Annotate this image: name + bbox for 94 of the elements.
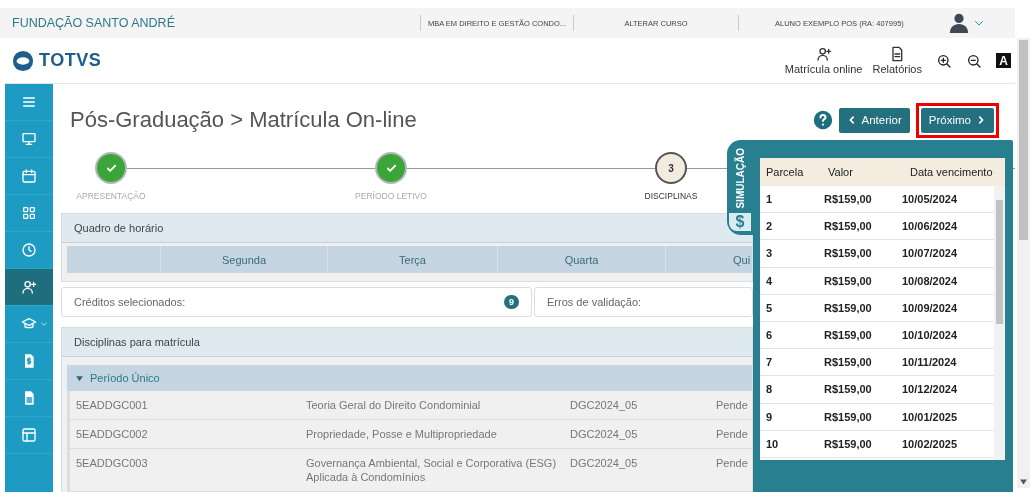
table-cell-text: 10/12/2024 — [902, 383, 959, 396]
table-header-cell-text: Parcela — [766, 166, 805, 178]
table-cell-text: 10 — [766, 437, 780, 450]
add-user-icon — [815, 46, 832, 62]
table-cell-text: DGC2024_05 — [570, 427, 639, 441]
table-header-cell: Quarta — [498, 246, 666, 273]
layout-icon — [21, 427, 37, 443]
table-cell-text: R$159,00 — [824, 247, 873, 260]
table-cell-text: 9 — [766, 410, 774, 423]
reports-button[interactable]: Relatórios — [872, 46, 922, 75]
previous-button[interactable]: Anterior — [838, 107, 910, 133]
clock-icon — [21, 242, 37, 258]
table-cell-text: 5 — [766, 301, 774, 314]
table-cell-text: 6 — [766, 329, 774, 342]
scrollbar[interactable] — [1017, 38, 1030, 488]
table-cell-text: 10/11/2024 — [902, 356, 958, 369]
zoom-out-icon[interactable] — [966, 52, 982, 69]
sidebar-item[interactable] — [5, 269, 53, 306]
table-cell-text: 1 — [766, 193, 774, 206]
group-header[interactable]: Período Único — [67, 365, 752, 391]
table-cell-text: Propriedade, Posse e Multipropriedade — [306, 427, 498, 441]
table-header-cell: Segunda — [161, 246, 328, 273]
panel-title: Disciplinas para matrícula — [62, 328, 752, 357]
monitor-icon — [21, 131, 37, 147]
credits-count: 9 — [504, 295, 519, 309]
table-row[interactable]: 5EADDGC002 Propriedade, Posse e Multipropriedade DGC2024_05 Pende — [67, 420, 752, 449]
check-icon — [385, 162, 397, 174]
table-cell-text: Governança Ambiental, Social e Corporativa (ESG) Aplicada à Condomínios — [306, 456, 558, 484]
table-cell-text: R$159,00 — [824, 410, 873, 423]
chevron-down-icon — [39, 320, 48, 328]
tab-label: SIMULAÇÃO — [734, 148, 746, 209]
table-cell-text: 10/10/2024 — [902, 329, 959, 342]
table-row[interactable]: 5EADDGC003 Governança Ambiental, Social e Corporativa (ESG) Aplicada à Condomínios DGC2024_05 Pende — [67, 449, 752, 492]
zoom-in-icon[interactable] — [936, 52, 952, 69]
table-cell-text: R$159,00 — [824, 356, 873, 369]
table-cell-text: R$159,00 — [824, 274, 873, 287]
step-label: DISCIPLINAS — [643, 191, 699, 201]
table-cell-text: 2 — [766, 220, 774, 233]
logo-text: TOTVS — [39, 50, 102, 71]
table-cell-text: 5EADDGC001 — [76, 398, 149, 412]
chevron-right-icon — [976, 115, 986, 125]
table-cell-text: Pende — [716, 456, 749, 471]
table-header-cell-text: Valor — [828, 166, 854, 178]
table-cell-text: Pende — [716, 427, 749, 441]
table-cell-text: 10/01/2025 — [902, 410, 959, 423]
table-cell-text: 3 — [766, 247, 774, 260]
table-cell-text: 4 — [766, 274, 774, 287]
step-label: PERÍODO LETIVO — [354, 191, 428, 201]
next-button[interactable]: Próximo — [920, 107, 994, 133]
help-icon[interactable] — [812, 110, 833, 130]
table-cell-text: R$159,00 — [824, 383, 873, 396]
table-cell-text: R$159,00 — [824, 220, 873, 233]
table-cell-text: 10/06/2024 — [902, 220, 959, 233]
table-cell-text: 8 — [766, 383, 774, 396]
simulation-tab[interactable]: SIMULAÇÃO $ — [727, 140, 753, 235]
logo-icon — [12, 49, 34, 72]
table-cell-text: 10/02/2025 — [902, 437, 959, 450]
font-toggle-button[interactable]: A — [996, 53, 1011, 68]
table-cell-text: DGC2024_05 — [570, 398, 639, 412]
caret-down-icon — [75, 373, 84, 383]
group-name: Período Único — [90, 372, 160, 384]
scrollbar[interactable] — [994, 186, 1005, 460]
grid-icon — [21, 205, 37, 221]
table-cell-text: 5EADDGC003 — [76, 456, 149, 471]
table-cell-text: 10/09/2024 — [902, 301, 959, 314]
calendar-icon — [21, 168, 37, 184]
online-enrollment-button[interactable]: Matrícula online — [784, 46, 863, 75]
check-icon — [105, 162, 117, 174]
table-cell-text: R$159,00 — [824, 301, 873, 314]
errors-label: Erros de validação: — [547, 296, 642, 308]
page-title: Pós-Graduação > Matrícula On-line — [70, 107, 417, 133]
table-cell-text: 5EADDGC002 — [76, 427, 149, 441]
credits-label: Créditos selecionados: — [74, 296, 186, 308]
step-indicator: 3 — [655, 152, 687, 184]
table-header-cell-text: Qui — [732, 252, 752, 268]
table-cell-text: R$159,00 — [824, 193, 873, 206]
table-cell-text: DGC2024_05 — [570, 456, 639, 471]
table-cell-text: Pende — [716, 398, 749, 412]
table-cell-text: 10/05/2024 — [902, 193, 959, 206]
table-cell-text: 10/07/2024 — [902, 247, 959, 260]
dollar-icon: $ — [729, 213, 751, 231]
table-cell-text: R$159,00 — [824, 329, 873, 342]
add-user-icon — [21, 279, 37, 295]
table-cell-text: Teoria Geral do Direito Condominial — [306, 398, 482, 412]
institution-name: FUNDAÇÃO SANTO ANDRÉ — [12, 16, 176, 30]
table-cell-text: 10/08/2024 — [902, 274, 959, 287]
table-cell-text: R$159,00 — [824, 437, 873, 450]
step-label: APRESENTAÇÃO — [75, 191, 147, 201]
table-header-cell-text: Data vencimento — [910, 166, 994, 178]
menu-icon — [21, 94, 37, 110]
table-row[interactable]: 5EADDGC001 Teoria Geral do Direito Condominial DGC2024_05 Pende — [67, 391, 752, 420]
user-avatar-icon[interactable] — [948, 12, 970, 34]
table-cell-text: 7 — [766, 356, 774, 369]
table-header-cell: Terça — [328, 246, 498, 273]
